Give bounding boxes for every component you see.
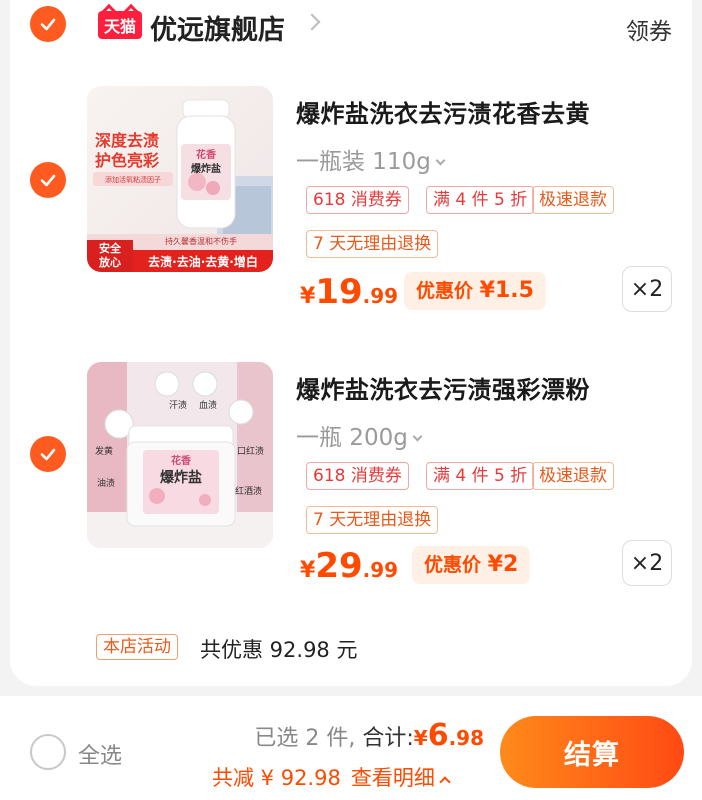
stain-label: 口红渍 xyxy=(237,445,264,457)
item-checkbox[interactable] xyxy=(30,162,66,198)
stain-label: 油渍 xyxy=(97,477,115,489)
image-bar-main: 去渍·去油·去黄·增白 xyxy=(148,254,258,269)
shop-header: 天猫 优远旗舰店 领券 xyxy=(10,0,692,56)
promo-tag: 满 4 件 5 折 xyxy=(426,462,535,490)
quantity-selector[interactable]: ×2 xyxy=(622,540,672,586)
tub-label: 爆炸盐 xyxy=(160,469,202,486)
image-subtext: 添加活氧粘渍因子 xyxy=(105,175,161,184)
promo-tag: 618 消费券 xyxy=(306,462,409,490)
product-spec[interactable]: 一瓶 200g xyxy=(296,418,423,452)
tmall-logo: 天猫 xyxy=(98,11,142,39)
chevron-up-icon[interactable] xyxy=(439,776,451,788)
cart-item: 汗渍 血渍 发黄 口红渍 油渍 红酒渍 花香 爆炸盐 爆炸盐洗衣去污渍强彩漂粉 … xyxy=(10,356,692,596)
product-image[interactable]: 花香 爆炸盐 深度去渍 护色亮彩 添加活氧粘渍因子 持久馨香温和不伤手 安全 放… xyxy=(87,86,273,272)
shop-name[interactable]: 优远旗舰店 xyxy=(150,8,285,47)
check-icon xyxy=(40,448,56,461)
image-safe: 安全 xyxy=(99,241,122,255)
activity-summary: 共优惠 92.98 元 xyxy=(200,638,358,662)
bottle-label: 花香 xyxy=(196,148,216,161)
stain-label: 发黄 xyxy=(95,445,113,457)
product-image-art: 花香 爆炸盐 深度去渍 护色亮彩 添加活氧粘渍因子 持久馨香温和不伤手 安全 放… xyxy=(87,86,273,272)
image-headline: 深度去渍 xyxy=(95,131,159,150)
refund-tag: 极速退款 xyxy=(532,462,614,490)
stain-label: 血渍 xyxy=(199,399,217,411)
product-spec[interactable]: 一瓶装 110g xyxy=(296,142,446,176)
select-all-checkbox[interactable] xyxy=(30,734,66,770)
bottle-label: 爆炸盐 xyxy=(191,162,221,175)
product-image-art: 汗渍 血渍 发黄 口红渍 油渍 红酒渍 花香 爆炸盐 xyxy=(87,362,273,548)
stain-label: 红酒渍 xyxy=(235,485,262,497)
checkout-bar: 全选 已选 2 件, 合计:¥6.98 共减 ¥ 92.98 查看明细 结算 xyxy=(0,696,702,800)
quantity-selector[interactable]: ×2 xyxy=(622,266,672,312)
product-title[interactable]: 爆炸盐洗衣去污渍花香去黄 xyxy=(296,94,590,129)
check-icon xyxy=(40,174,56,187)
discount-summary: 共减 ¥ 92.98 查看明细 xyxy=(212,762,451,792)
return-tag: 7 天无理由退换 xyxy=(306,230,439,258)
shop-card: 天猫 优远旗舰店 领券 花香 爆炸盐 深度去渍 护色亮彩 添加活氧粘渍因子 持久… xyxy=(10,0,692,686)
tub-label: 花香 xyxy=(171,454,191,467)
image-headline: 护色亮彩 xyxy=(95,151,159,170)
item-checkbox[interactable] xyxy=(30,436,66,472)
promo-tag: 满 4 件 5 折 xyxy=(426,186,535,214)
product-title[interactable]: 爆炸盐洗衣去污渍强彩漂粉 xyxy=(296,370,590,405)
check-icon xyxy=(40,18,56,31)
coupon-link[interactable]: 领券 xyxy=(626,12,672,46)
cart-item: 花香 爆炸盐 深度去渍 护色亮彩 添加活氧粘渍因子 持久馨香温和不伤手 安全 放… xyxy=(10,80,692,320)
promo-tag: 618 消费券 xyxy=(306,186,409,214)
total-summary: 已选 2 件, 合计:¥6.98 xyxy=(254,718,484,753)
promo-price: 优惠价 ¥2 xyxy=(412,546,531,584)
product-price: ¥29.99 xyxy=(300,546,399,586)
activity-badge: 本店活动 xyxy=(96,634,178,660)
shop-checkbox[interactable] xyxy=(30,6,66,42)
select-all-label[interactable]: 全选 xyxy=(78,738,122,770)
product-price: ¥19.99 xyxy=(300,272,399,312)
product-image[interactable]: 汗渍 血渍 发黄 口红渍 油渍 红酒渍 花香 爆炸盐 xyxy=(87,362,273,548)
image-bar-top: 持久馨香温和不伤手 xyxy=(165,236,237,246)
chevron-right-icon[interactable] xyxy=(303,13,321,31)
refund-tag: 极速退款 xyxy=(532,186,614,214)
chevron-down-icon xyxy=(435,155,446,166)
image-safe: 放心 xyxy=(98,255,121,269)
checkout-button[interactable]: 结算 xyxy=(500,716,684,788)
promo-price: 优惠价 ¥1.5 xyxy=(404,272,546,310)
chevron-down-icon xyxy=(412,431,423,442)
return-tag: 7 天无理由退换 xyxy=(306,506,439,534)
stain-label: 汗渍 xyxy=(169,399,187,411)
view-details-link[interactable]: 查看明细 xyxy=(351,766,435,790)
